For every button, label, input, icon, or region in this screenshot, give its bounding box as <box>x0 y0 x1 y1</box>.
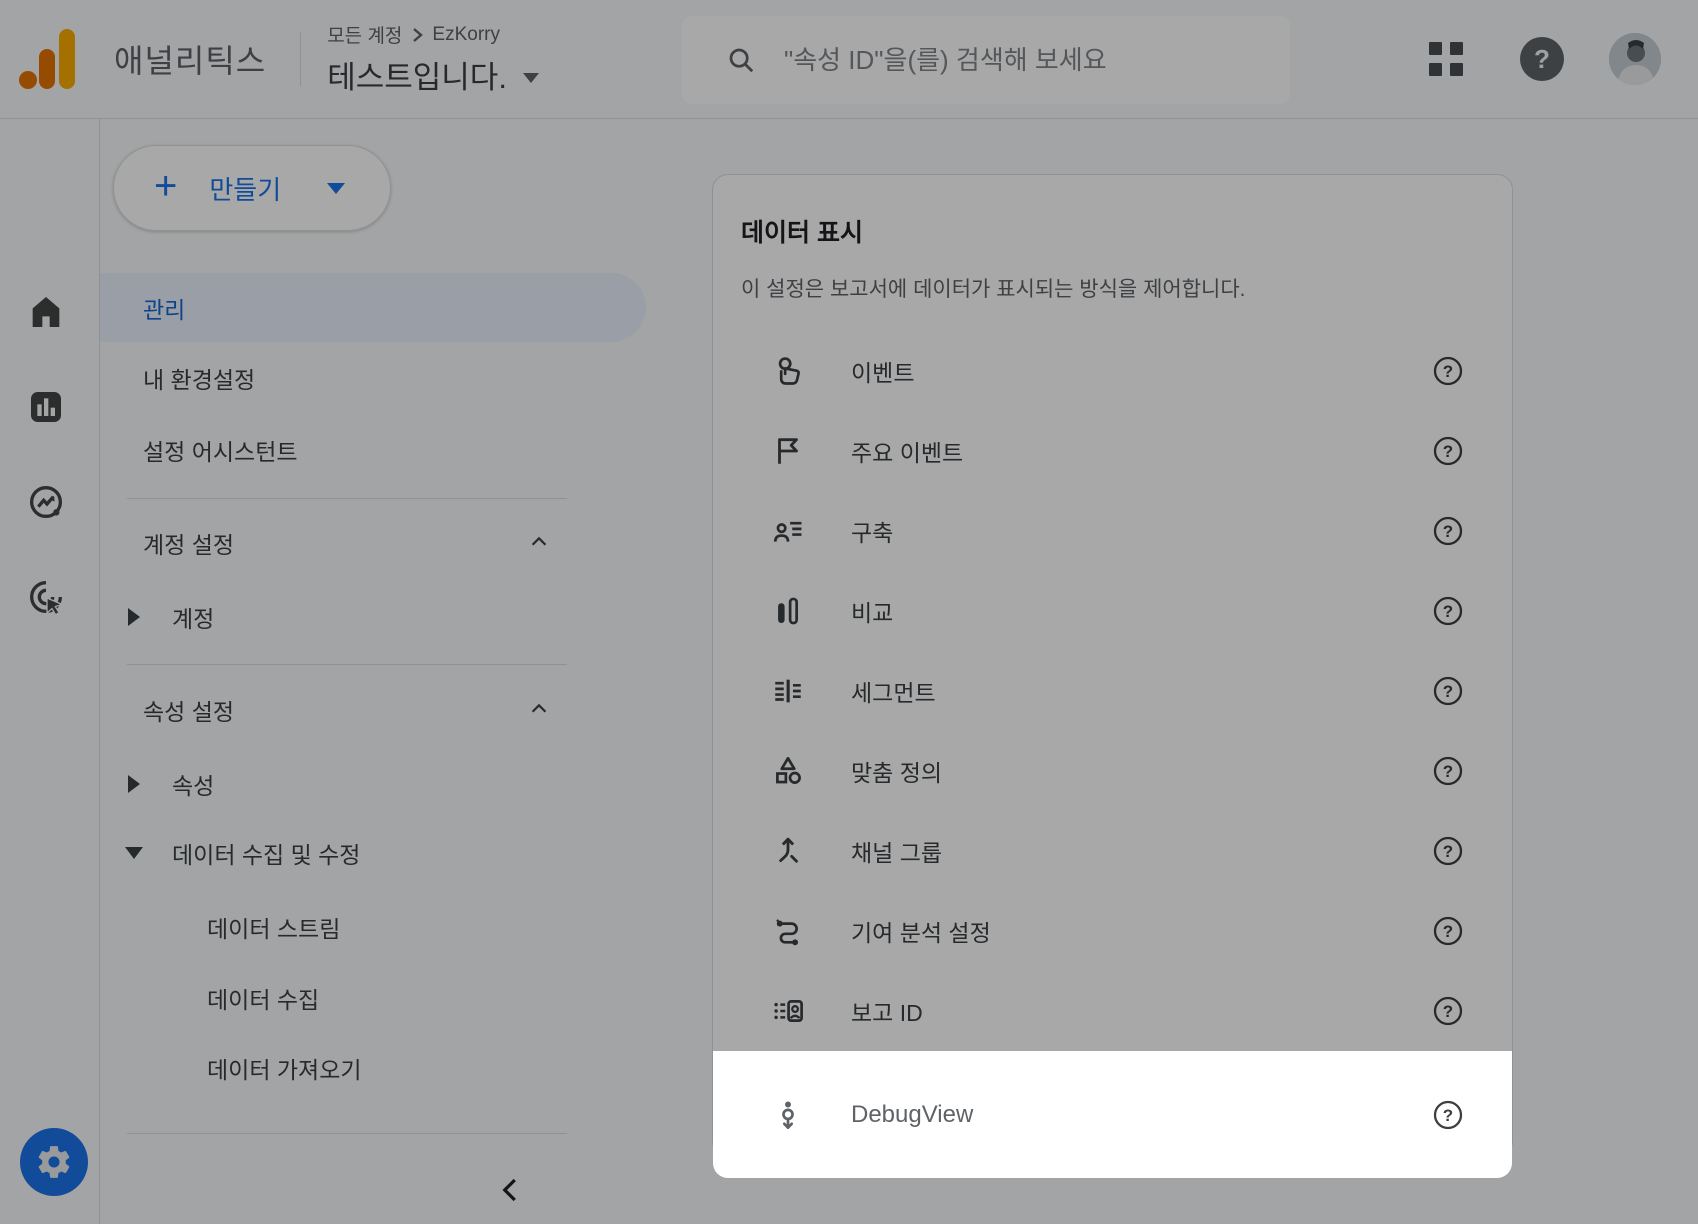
spotlight-overlay <box>0 0 1698 1224</box>
svg-text:?: ? <box>1443 1106 1453 1125</box>
debug-icon <box>771 1098 805 1132</box>
ga-admin-screen: 애널리틱스 모든 계정 EzKorry 테스트입니다. <box>0 0 1698 1224</box>
list-item-debugview[interactable]: DebugView ? <box>713 1051 1512 1178</box>
help-circle-icon[interactable]: ? <box>1432 1099 1464 1131</box>
list-item-label: DebugView <box>851 1101 973 1129</box>
